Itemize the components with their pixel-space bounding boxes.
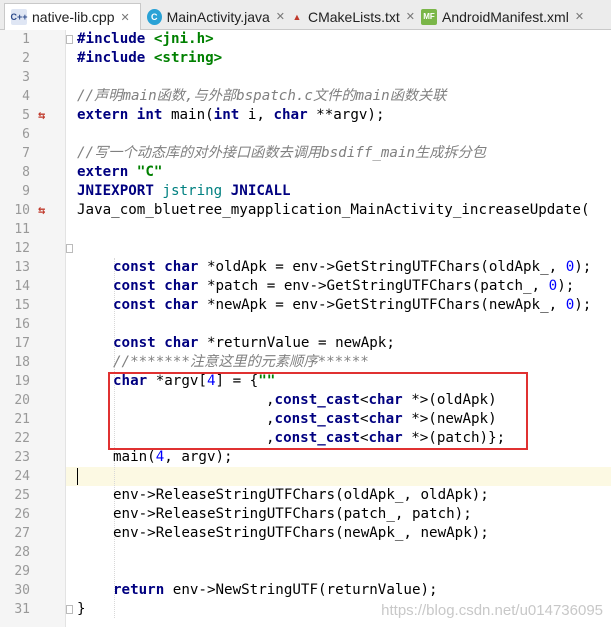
line-number: 23 xyxy=(14,450,30,465)
highlight-box xyxy=(108,372,528,450)
code-line-17[interactable]: const char *returnValue = newApk; xyxy=(113,334,395,353)
code-line-30[interactable]: return env->NewStringUTF(returnValue); xyxy=(113,581,438,600)
code-line-10[interactable]: Java_com_bluetree_myapplication_MainActi… xyxy=(77,201,590,220)
code-line-4[interactable]: //声明main函数,与外部bspatch.c文件的main函数关联 xyxy=(77,87,446,106)
code-line-8[interactable]: extern "C" xyxy=(77,163,162,182)
line-number: 3 xyxy=(22,70,30,85)
line-number: 28 xyxy=(14,545,30,560)
line-number: 7 xyxy=(22,146,30,161)
manifest-file-icon: MF xyxy=(421,8,437,25)
line-number: 19 xyxy=(14,374,30,389)
line-number: 24 xyxy=(14,469,30,484)
code-line-26[interactable]: env->ReleaseStringUTFChars(patch_, patch… xyxy=(113,505,472,524)
navigate-to-implementation-icon[interactable]: ⇆ xyxy=(38,201,45,220)
line-number: 14 xyxy=(14,279,30,294)
editor-tab-bar: C++ native-lib.cpp ✕ C MainActivity.java… xyxy=(0,0,611,30)
line-number: 8 xyxy=(22,165,30,180)
code-line-13[interactable]: const char *oldApk = env->GetStringUTFCh… xyxy=(113,258,591,277)
tab-native-lib-cpp[interactable]: C++ native-lib.cpp ✕ xyxy=(4,3,141,30)
close-icon[interactable]: ✕ xyxy=(121,11,130,24)
tab-label: CMakeLists.txt xyxy=(307,8,400,25)
line-number: 1 xyxy=(22,32,30,47)
line-number: 5 xyxy=(22,108,30,123)
tab-android-manifest-xml[interactable]: MF AndroidManifest.xml ✕ xyxy=(415,4,611,29)
line-number: 15 xyxy=(14,298,30,313)
cpp-file-icon: C++ xyxy=(11,9,28,25)
line-number: 18 xyxy=(14,355,30,370)
code-line-2[interactable]: #include <string> xyxy=(77,49,222,68)
line-number: 6 xyxy=(22,127,30,142)
line-number: 25 xyxy=(14,488,30,503)
java-class-icon: C xyxy=(147,8,162,25)
tab-main-activity-java[interactable]: C MainActivity.java ✕ xyxy=(141,4,285,29)
watermark: https://blog.csdn.net/u014736095 xyxy=(381,602,603,619)
code-line-5[interactable]: extern int main(int i, char **argv); xyxy=(77,106,385,125)
code-line-9[interactable]: JNIEXPORT jstring JNICALL xyxy=(77,182,291,201)
line-number: 29 xyxy=(14,564,30,579)
line-number: 12 xyxy=(14,241,30,256)
text-caret xyxy=(77,468,78,485)
line-number: 27 xyxy=(14,526,30,541)
tab-label: AndroidManifest.xml xyxy=(442,8,569,25)
fold-marker-icon[interactable] xyxy=(66,605,73,614)
close-icon[interactable]: ✕ xyxy=(276,10,285,23)
code-line-14[interactable]: const char *patch = env->GetStringUTFCha… xyxy=(113,277,574,296)
fold-marker-icon[interactable] xyxy=(66,244,73,253)
code-line-7[interactable]: //写一个动态库的对外接口函数去调用bsdiff_main生成拆分包 xyxy=(77,144,486,163)
close-icon[interactable]: ✕ xyxy=(406,10,415,23)
line-number: 9 xyxy=(22,184,30,199)
line-number: 11 xyxy=(14,222,30,237)
line-number: 30 xyxy=(14,583,30,598)
code-line-18[interactable]: //*******注意这里的元素顺序****** xyxy=(113,353,369,372)
fold-marker-icon[interactable] xyxy=(66,35,73,44)
line-number: 22 xyxy=(14,431,30,446)
code-line-23[interactable]: main(4, argv); xyxy=(113,448,233,467)
current-line-highlight xyxy=(0,467,611,486)
line-number: 31 xyxy=(14,602,30,617)
code-line-15[interactable]: const char *newApk = env->GetStringUTFCh… xyxy=(113,296,591,315)
close-icon[interactable]: ✕ xyxy=(575,10,584,23)
code-line-27[interactable]: env->ReleaseStringUTFChars(newApk_, newA… xyxy=(113,524,489,543)
code-line-25[interactable]: env->ReleaseStringUTFChars(oldApk_, oldA… xyxy=(113,486,489,505)
line-number: 10 xyxy=(14,203,30,218)
line-number: 4 xyxy=(22,89,30,104)
line-number: 17 xyxy=(14,336,30,351)
line-number: 16 xyxy=(14,317,30,332)
tab-label: MainActivity.java xyxy=(166,8,270,25)
navigate-to-implementation-icon[interactable]: ⇆ xyxy=(38,106,45,125)
tab-cmakelists-txt[interactable]: ▲ CMakeLists.txt ✕ xyxy=(285,4,415,29)
line-number: 20 xyxy=(14,393,30,408)
cmake-file-icon: ▲ xyxy=(292,11,302,22)
line-number: 2 xyxy=(22,51,30,66)
code-line-31[interactable]: } xyxy=(77,600,86,619)
code-line-1[interactable]: #include <jni.h> xyxy=(77,30,214,49)
line-number: 21 xyxy=(14,412,30,427)
line-number: 26 xyxy=(14,507,30,522)
tab-label: native-lib.cpp xyxy=(32,9,115,25)
line-number: 13 xyxy=(14,260,30,275)
